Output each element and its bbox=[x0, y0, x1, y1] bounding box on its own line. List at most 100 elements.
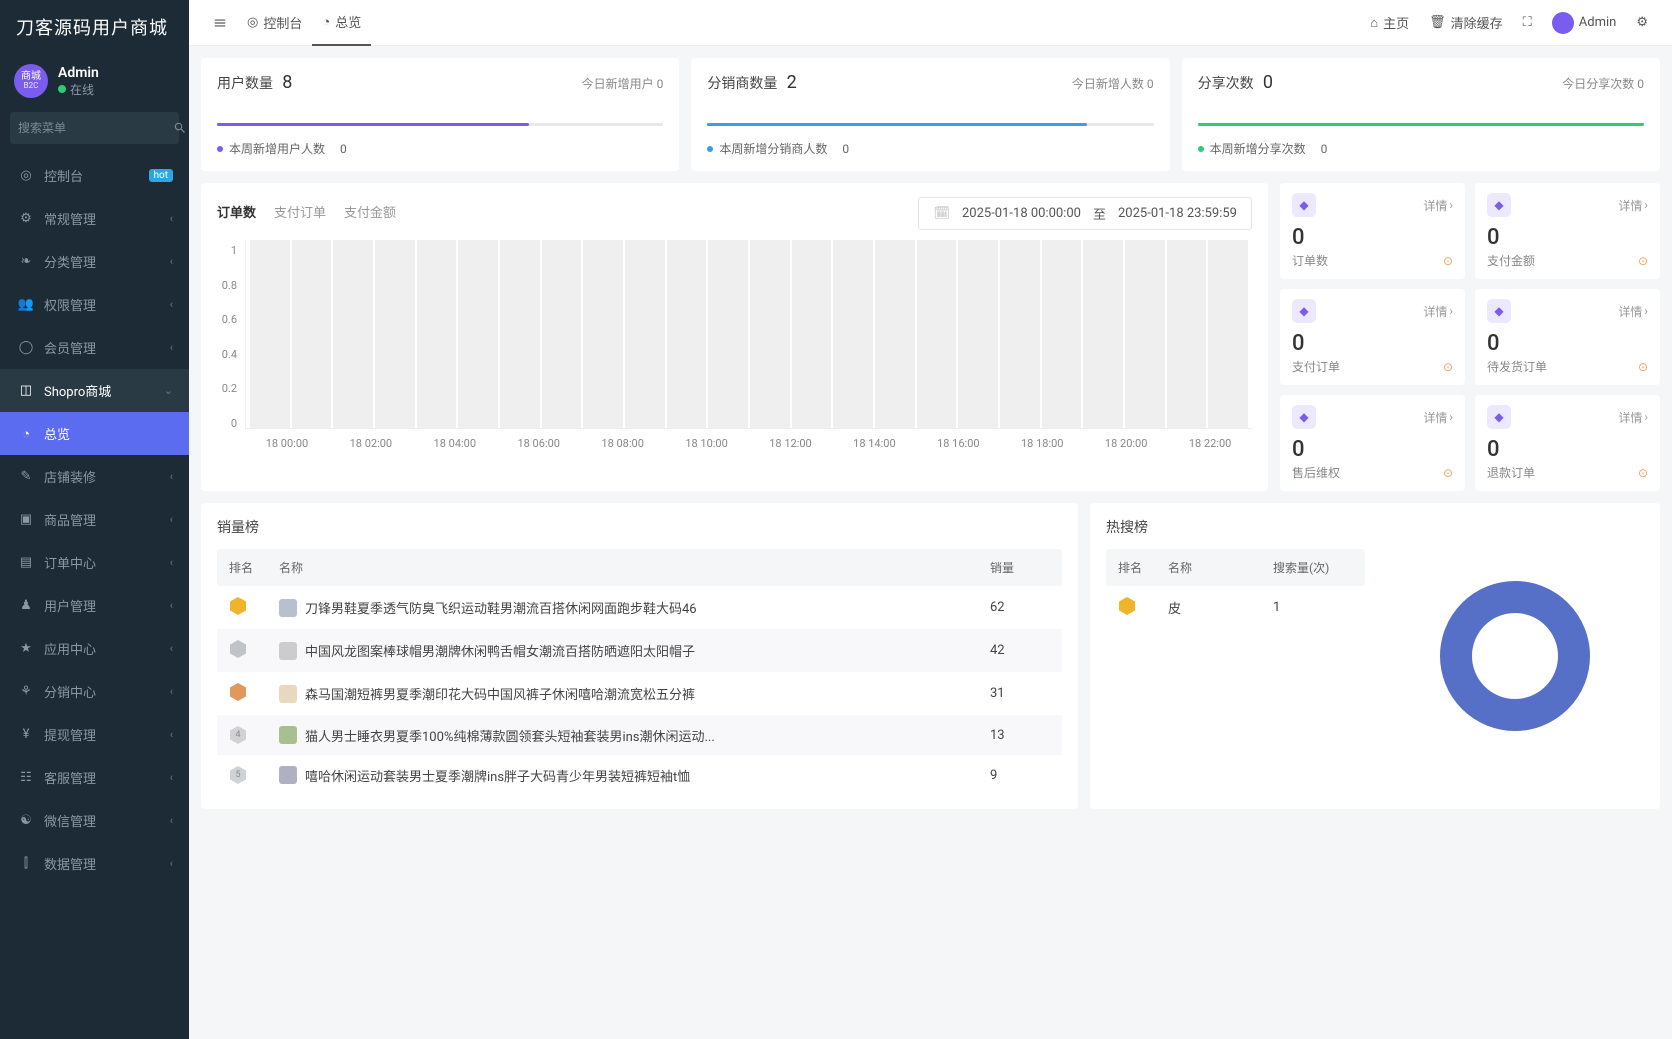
nav-member[interactable]: ◯ 会员管理 ‹ bbox=[0, 326, 189, 369]
chart-bar bbox=[583, 240, 623, 428]
nav-label: 店铺装修 bbox=[44, 467, 96, 486]
keyword: 皮 bbox=[1168, 598, 1181, 617]
chart-bar bbox=[667, 240, 707, 428]
detail-link[interactable]: 详情 › bbox=[1423, 303, 1453, 320]
nav-apps[interactable]: ★ 应用中心 ‹ bbox=[0, 627, 189, 670]
rank-badge-icon bbox=[229, 596, 247, 616]
chevron-left-icon: ‹ bbox=[170, 556, 173, 569]
headset-icon: ☷ bbox=[16, 770, 36, 785]
search-input[interactable] bbox=[18, 121, 173, 135]
tab-console[interactable]: ◎ 控制台 bbox=[237, 13, 312, 32]
tab-overview[interactable]: ◔ 总览 bbox=[312, 0, 371, 46]
chart-bar bbox=[292, 240, 332, 428]
nav-decoration[interactable]: ✎ 店铺装修 ‹ bbox=[0, 455, 189, 498]
chart-bar bbox=[750, 240, 790, 428]
chevron-right-icon: › bbox=[1449, 410, 1453, 424]
sales-count: 9 bbox=[990, 768, 1050, 783]
chart-tab-orders[interactable]: 订单数 bbox=[217, 202, 256, 225]
stat-users: 用户数量 8 今日新增用户 0 本周新增用户人数 0 bbox=[201, 58, 679, 171]
clear-cache[interactable]: 🗑 清除缓存 bbox=[1419, 13, 1513, 32]
chart-tab-paid[interactable]: 支付订单 bbox=[274, 202, 326, 225]
nav-overview[interactable]: ◔ 总览 bbox=[0, 412, 189, 455]
nav-orders[interactable]: ▤ 订单中心 ‹ bbox=[0, 541, 189, 584]
stat-title: 分享次数 bbox=[1198, 76, 1254, 92]
mini-num: 0 bbox=[1292, 331, 1453, 356]
col-rank-header: 排名 bbox=[229, 559, 279, 576]
leaf-icon: ❧ bbox=[16, 254, 36, 269]
col-name-header: 名称 bbox=[1168, 559, 1273, 576]
stat-num: 8 bbox=[282, 72, 292, 93]
share-icon: ⚘ bbox=[16, 684, 36, 699]
menu-toggle[interactable] bbox=[203, 16, 237, 30]
card-icon: ◆ bbox=[1487, 405, 1511, 429]
chevron-down-icon: ⌄ bbox=[164, 384, 173, 397]
fullscreen-toggle[interactable]: ⛶ bbox=[1513, 15, 1542, 30]
settings-toggle[interactable]: ⚙ bbox=[1626, 15, 1658, 30]
nav-permission[interactable]: 👥 权限管理 ‹ bbox=[0, 283, 189, 326]
col-sales-header: 销量 bbox=[990, 559, 1050, 576]
nav-general[interactable]: ⚙ 常规管理 ‹ bbox=[0, 197, 189, 240]
nav-console[interactable]: ◎ 控制台 hot bbox=[0, 154, 189, 197]
chevron-left-icon: ‹ bbox=[170, 599, 173, 612]
chevron-left-icon: ‹ bbox=[170, 771, 173, 784]
table-row[interactable]: 皮1 bbox=[1106, 586, 1365, 629]
chart-bar bbox=[833, 240, 873, 428]
chevron-left-icon: ‹ bbox=[170, 255, 173, 268]
user-block[interactable]: 商城 B2C Admin 在线 bbox=[0, 54, 189, 112]
stat-num: 0 bbox=[1263, 72, 1273, 93]
nav-label: 会员管理 bbox=[44, 338, 96, 357]
nav-label: 数据管理 bbox=[44, 854, 96, 873]
chevron-left-icon: ‹ bbox=[170, 470, 173, 483]
date-range-picker[interactable]: 🗓 2025-01-18 00:00:00 至 2025-01-18 23:59… bbox=[918, 197, 1252, 230]
table-row[interactable]: 森马国潮短裤男夏季潮印花大码中国风裤子休闲嘻哈潮流宽松五分裤31 bbox=[217, 672, 1062, 715]
table-row[interactable]: 4猫人男士睡衣男夏季100%纯棉薄款圆领套头短袖套装男ins潮休闲运动...13 bbox=[217, 715, 1062, 755]
chart-bar bbox=[500, 240, 540, 428]
home-icon: ⌂ bbox=[1370, 15, 1378, 31]
nav-category[interactable]: ❧ 分类管理 ‹ bbox=[0, 240, 189, 283]
nav-label: 客服管理 bbox=[44, 768, 96, 787]
chart-bar bbox=[708, 240, 748, 428]
mini-card: ◆详情 ›0订单数⊙ bbox=[1280, 183, 1465, 279]
nav-users[interactable]: ♟ 用户管理 ‹ bbox=[0, 584, 189, 627]
trash-icon: 🗑 bbox=[1429, 15, 1446, 30]
wechat-icon: ☯ bbox=[16, 813, 36, 828]
nav-withdraw[interactable]: ¥ 提现管理 ‹ bbox=[0, 713, 189, 756]
sidebar-search[interactable] bbox=[10, 112, 179, 144]
nav-data[interactable]: ⫿ 数据管理 ‹ bbox=[0, 842, 189, 885]
topbar: ◎ 控制台 ◔ 总览 ⌂ 主页 🗑 清除缓存 ⛶ Admin bbox=[189, 0, 1672, 46]
detail-link[interactable]: 详情 › bbox=[1423, 197, 1453, 214]
nav-goods[interactable]: ▣ 商品管理 ‹ bbox=[0, 498, 189, 541]
avatar-sub: B2C bbox=[24, 82, 39, 91]
product-name: 中国风龙图案棒球帽男潮牌休闲鸭舌帽女潮流百搭防晒遮阳太阳帽子 bbox=[305, 641, 695, 660]
mini-label: 支付订单 bbox=[1292, 358, 1340, 375]
chart-icon: ⫿ bbox=[16, 856, 36, 871]
chart-tab-amount[interactable]: 支付金额 bbox=[344, 202, 396, 225]
product-thumb bbox=[279, 599, 297, 617]
user-menu[interactable]: Admin bbox=[1542, 12, 1627, 34]
home-link[interactable]: ⌂ 主页 bbox=[1360, 13, 1419, 32]
date-from: 2025-01-18 00:00:00 bbox=[962, 206, 1081, 221]
search-icon[interactable] bbox=[173, 121, 187, 136]
detail-link[interactable]: 详情 › bbox=[1618, 197, 1648, 214]
nav-service[interactable]: ☷ 客服管理 ‹ bbox=[0, 756, 189, 799]
detail-link[interactable]: 详情 › bbox=[1618, 303, 1648, 320]
product-name: 森马国潮短裤男夏季潮印花大码中国风裤子休闲嘻哈潮流宽松五分裤 bbox=[305, 684, 695, 703]
chart-bar bbox=[792, 240, 832, 428]
hot-rank-card: 热搜榜 排名 名称 搜索量(次) 皮1 bbox=[1090, 503, 1660, 809]
table-row[interactable]: 5嘻哈休闲运动套装男士夏季潮牌ins胖子大码青少年男装短裤短袖t恤9 bbox=[217, 755, 1062, 795]
nav-wechat[interactable]: ☯ 微信管理 ‹ bbox=[0, 799, 189, 842]
admin-label: Admin bbox=[1579, 15, 1617, 30]
detail-link[interactable]: 详情 › bbox=[1423, 409, 1453, 426]
stat-title: 分销商数量 bbox=[707, 76, 777, 92]
chart-bar bbox=[1125, 240, 1165, 428]
warn-icon: ⊙ bbox=[1638, 254, 1648, 268]
tab-label: 控制台 bbox=[263, 13, 302, 32]
table-row[interactable]: 中国风龙图案棒球帽男潮牌休闲鸭舌帽女潮流百搭防晒遮阳太阳帽子42 bbox=[217, 629, 1062, 672]
sliders-icon: ⚙ bbox=[1636, 15, 1648, 30]
nav-shopro[interactable]: ◫ Shopro商城 ⌄ bbox=[0, 369, 189, 412]
detail-link[interactable]: 详情 › bbox=[1618, 409, 1648, 426]
nav-distribution[interactable]: ⚘ 分销中心 ‹ bbox=[0, 670, 189, 713]
chevron-left-icon: ‹ bbox=[170, 857, 173, 870]
warn-icon: ⊙ bbox=[1443, 466, 1453, 480]
table-row[interactable]: 刀锋男鞋夏季透气防臭飞织运动鞋男潮流百搭休闲网面跑步鞋大码4662 bbox=[217, 586, 1062, 629]
